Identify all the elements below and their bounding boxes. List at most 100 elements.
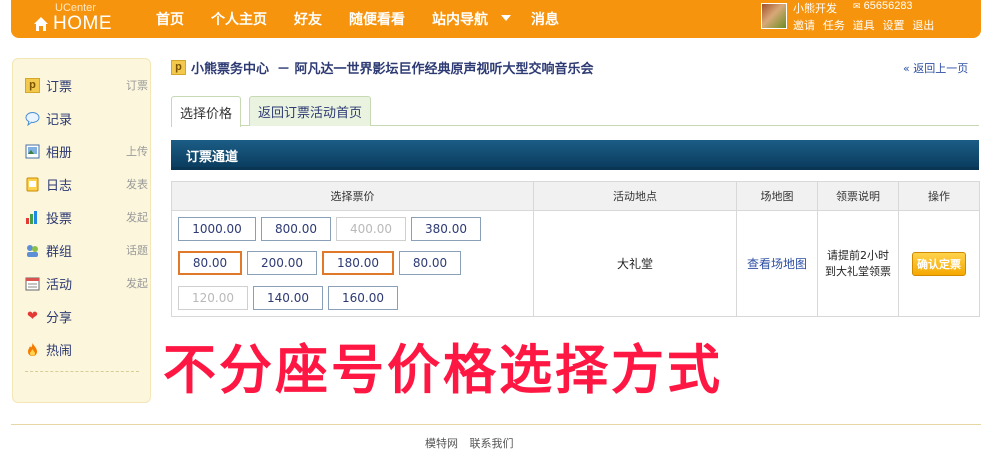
calendar-icon <box>25 276 40 291</box>
sidebar-item-extra[interactable]: 订票 <box>126 77 148 93</box>
logo[interactable]: UCenter HOME <box>31 2 121 36</box>
logo-text: HOME <box>53 13 112 34</box>
tab-bar: 选择价格 返回订票活动首页 <box>171 96 979 127</box>
price-grid: 1000.00 800.00 400.00 380.00 80.00 200.0… <box>172 211 534 316</box>
nav-messages[interactable]: 消息 <box>531 9 559 29</box>
props-link[interactable]: 道具 <box>853 19 875 32</box>
sidebar-item-label: 相册 <box>46 145 73 161</box>
footer-divider <box>11 424 981 425</box>
price-option[interactable]: 160.00 <box>328 286 398 310</box>
price-option[interactable]: 180.00 <box>322 251 394 275</box>
sidebar-item-label: 投票 <box>46 211 73 227</box>
price-option[interactable]: 80.00 <box>178 251 242 275</box>
sidebar-item-label: 日志 <box>46 178 73 194</box>
sidebar-item-album[interactable]: 相册 上传 <box>25 140 148 162</box>
sidebar-item-diary[interactable]: 日志 发表 <box>25 173 148 195</box>
price-option[interactable]: 380.00 <box>411 217 481 241</box>
user-id-icon: ✉ <box>853 1 861 11</box>
sidebar-item-label: 活动 <box>46 277 73 293</box>
map-cell: 查看场地图 <box>736 210 818 317</box>
price-option[interactable]: 140.00 <box>253 286 323 310</box>
main-nav: 首页 个人主页 好友 随便看看 站内导航 消息 <box>156 0 586 38</box>
table-header-row: 选择票价 活动地点 场地图 领票说明 操作 <box>171 181 980 211</box>
sidebar-item-records[interactable]: 记录 <box>25 107 145 129</box>
heart-icon: ❤ <box>27 308 38 324</box>
sidebar-item-poll[interactable]: 投票 发起 <box>25 206 148 228</box>
home-icon <box>34 17 48 31</box>
chevron-down-icon[interactable] <box>501 15 511 21</box>
sidebar-item-extra[interactable]: 发表 <box>126 176 148 192</box>
nav-friends[interactable]: 好友 <box>294 9 322 29</box>
tasks-link[interactable]: 任务 <box>823 19 845 32</box>
tab-back-to-events[interactable]: 返回订票活动首页 <box>249 96 372 126</box>
price-option: 400.00 <box>336 217 406 241</box>
nav-browse[interactable]: 随便看看 <box>349 9 405 29</box>
user-links: 邀请 任务 道具 设置 退出 <box>793 17 938 33</box>
column-header: 场地图 <box>736 181 818 211</box>
fire-icon <box>25 342 40 357</box>
sidebar-item-label: 分享 <box>46 310 73 326</box>
user-id: ✉ 65656283 <box>853 0 913 12</box>
user-name[interactable]: 小熊开发 <box>793 0 837 16</box>
tab-select-price[interactable]: 选择价格 <box>171 96 242 127</box>
diary-icon <box>25 177 40 192</box>
section-title: 订票通道 <box>186 150 239 165</box>
sidebar-item-label: 订票 <box>46 79 73 95</box>
pickup-note: 请提前2小时到大礼堂领票 <box>825 248 891 278</box>
confirm-booking-button[interactable]: 确认定票 <box>912 251 966 276</box>
sidebar-item-event[interactable]: 活动 发起 <box>25 272 148 294</box>
sidebar-item-share[interactable]: ❤ 分享 <box>25 305 145 327</box>
price-option[interactable]: 1000.00 <box>178 217 256 241</box>
ticket-table: 选择票价 活动地点 场地图 领票说明 操作 1000.00 800.00 400… <box>171 181 980 317</box>
price-selector-cell: 1000.00 800.00 400.00 380.00 80.00 200.0… <box>171 210 534 317</box>
p-icon: p <box>25 77 40 93</box>
nav-home[interactable]: 首页 <box>156 9 184 29</box>
price-option[interactable]: 200.00 <box>247 251 317 275</box>
table-row: 1000.00 800.00 400.00 380.00 80.00 200.0… <box>171 210 980 317</box>
logout-link[interactable]: 退出 <box>912 19 934 32</box>
price-option[interactable]: 80.00 <box>399 251 461 275</box>
sidebar-item-extra[interactable]: 发起 <box>126 275 148 291</box>
footer-link[interactable]: 联系我们 <box>470 437 514 450</box>
p-icon: p <box>171 59 186 75</box>
breadcrumb-home[interactable]: 小熊票务中心 <box>191 58 269 77</box>
price-option[interactable]: 800.00 <box>261 217 331 241</box>
nav-site-nav[interactable]: 站内导航 <box>432 9 488 29</box>
column-header: 领票说明 <box>817 181 899 211</box>
chat-bubble-icon <box>25 111 40 126</box>
caption-overlay: 不分座号价格选择方式 <box>163 340 723 401</box>
invite-link[interactable]: 邀请 <box>793 19 815 32</box>
note-cell: 请提前2小时到大礼堂领票 <box>817 210 899 317</box>
price-option: 120.00 <box>178 286 248 310</box>
bar-chart-icon <box>25 210 40 225</box>
column-header: 操作 <box>898 181 980 211</box>
column-header: 选择票价 <box>171 181 534 211</box>
sidebar-item-extra[interactable]: 话题 <box>126 242 148 258</box>
footer-links: 模特网 联系我们 <box>425 435 522 451</box>
column-header: 活动地点 <box>533 181 737 211</box>
sidebar-item-tickets[interactable]: p 订票 订票 <box>25 74 148 96</box>
sidebar-item-extra[interactable]: 发起 <box>126 209 148 225</box>
footer-link[interactable]: 模特网 <box>425 437 458 450</box>
sidebar-divider <box>25 371 139 372</box>
action-cell: 确认定票 <box>898 210 980 317</box>
group-icon <box>25 243 40 258</box>
location-cell: 大礼堂 <box>533 210 737 317</box>
settings-link[interactable]: 设置 <box>882 19 904 32</box>
page-title: － 阿凡达一世界影坛巨作经典原声视听大型交响音乐会 <box>277 61 594 77</box>
sidebar: p 订票 订票 记录 相册 上传 日志 发表 投票 发起 群组 话题 活动 发起… <box>12 58 151 403</box>
user-id-value: 65656283 <box>863 0 913 12</box>
sidebar-item-hot[interactable]: 热闹 <box>25 338 145 360</box>
sidebar-item-label: 记录 <box>46 112 73 128</box>
avatar[interactable] <box>761 3 787 29</box>
sidebar-item-extra[interactable]: 上传 <box>126 143 148 159</box>
sidebar-item-label: 热闹 <box>46 343 73 359</box>
back-link[interactable]: « 返回上一页 <box>903 60 968 76</box>
sidebar-item-group[interactable]: 群组 话题 <box>25 239 148 261</box>
nav-profile[interactable]: 个人主页 <box>211 9 267 29</box>
top-bar: UCenter HOME 首页 个人主页 好友 随便看看 站内导航 消息 小熊开… <box>11 0 981 38</box>
sidebar-item-label: 群组 <box>46 244 73 260</box>
photo-icon <box>25 144 40 159</box>
breadcrumb: p 小熊票务中心 － 阿凡达一世界影坛巨作经典原声视听大型交响音乐会 <box>171 58 594 77</box>
view-map-link[interactable]: 查看场地图 <box>747 257 807 271</box>
